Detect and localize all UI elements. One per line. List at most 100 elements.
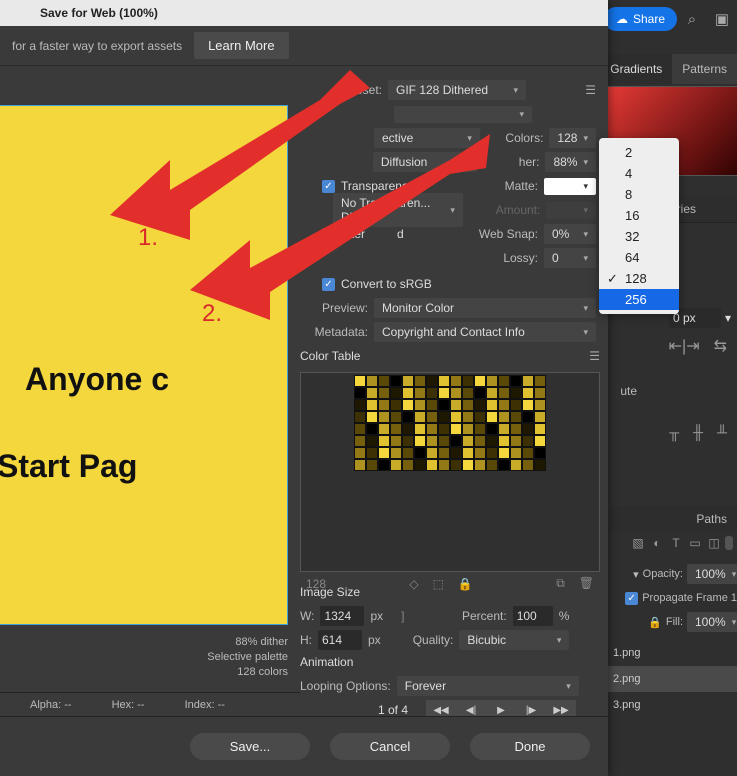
ct-trash-icon[interactable]: 🗑 <box>579 576 594 591</box>
search-icon[interactable]: ⌕ <box>677 4 707 34</box>
layer-item[interactable]: 1.png <box>607 640 737 666</box>
loop-select[interactable]: Forever▾ <box>397 676 579 696</box>
save-button[interactable]: Save... <box>190 733 310 760</box>
preview-meta: 88% dither Selective palette 128 colors <box>207 635 288 680</box>
flip-icon[interactable]: ⇆ <box>714 336 727 356</box>
status-bar: Alpha: -- Hex: -- Index: -- <box>0 692 300 716</box>
fill-label: Fill: <box>666 616 683 628</box>
filter-shape-icon[interactable]: ▭ <box>687 536 703 550</box>
top-right-toolbar: ☁︎ Share ⌕ ▣ <box>604 0 737 38</box>
frame-indicator: 1 of 4 <box>378 703 408 717</box>
align-h-icon[interactable]: ⇤|⇥ <box>669 336 700 356</box>
lossy-select[interactable]: 0▾ <box>544 248 596 268</box>
dialog-title: Save for Web (100%) <box>40 6 158 20</box>
distribute-row: ╥ ╫ ╨ <box>669 424 727 440</box>
metadata-label: Metadata: <box>312 325 368 339</box>
distribute-label: ute <box>620 384 637 398</box>
quality-select[interactable]: Bicubic▾ <box>459 630 569 650</box>
percent-input[interactable] <box>513 606 553 626</box>
matte-select[interactable]: ▾ <box>544 178 596 195</box>
height-label: H: <box>300 633 312 647</box>
colors-option-selected[interactable]: 128 <box>599 268 679 289</box>
lock-icon[interactable]: 🔒 <box>648 616 662 629</box>
colors-dropdown-popup: 2 4 8 16 32 64 128 256 <box>599 138 679 314</box>
chevron-down-icon[interactable]: ▾ <box>633 568 639 581</box>
cloud-icon: ☁︎ <box>616 12 628 26</box>
filter-image-icon[interactable]: ▧ <box>630 536 646 550</box>
preset-menu-icon[interactable]: ☰ <box>585 83 596 97</box>
propagate-label: Propagate Frame 1 <box>642 592 737 604</box>
distrib-top-icon[interactable]: ╥ <box>669 424 679 440</box>
tab-patterns[interactable]: Patterns <box>672 54 737 84</box>
colors-option[interactable]: 2 <box>599 142 679 163</box>
right-panel-tabs: Gradients Patterns <box>600 54 737 84</box>
status-index: Index: -- <box>185 699 225 711</box>
chevron-down-icon[interactable]: ▾ <box>725 311 731 325</box>
image-size-panel: Image Size W: px ] Percent: % H: px Qual… <box>300 580 569 652</box>
preset-select[interactable]: GIF 128 Dithered▾ <box>388 80 526 100</box>
tab-paths[interactable]: Paths <box>609 506 737 532</box>
status-alpha: Alpha: -- <box>30 699 72 711</box>
fill-select[interactable]: 100%▾ <box>687 612 737 632</box>
colors-option[interactable]: 4 <box>599 163 679 184</box>
animation-panel: Animation Looping Options: Forever▾ 1 of… <box>300 650 579 722</box>
distrib-mid-icon[interactable]: ╫ <box>693 424 703 440</box>
layer-item[interactable]: 3.png <box>607 692 737 718</box>
animation-label: Animation <box>300 655 353 669</box>
loop-label: Looping Options: <box>300 679 391 693</box>
done-button[interactable]: Done <box>470 733 590 760</box>
opacity-label: Opacity: <box>643 568 683 580</box>
height-input[interactable] <box>318 630 362 650</box>
percent-label: Percent: <box>462 609 507 623</box>
propagate-checkbox[interactable]: ✓ <box>625 592 638 605</box>
align-row: ⇤|⇥ ⇆ <box>669 336 727 356</box>
tip-text: for a faster way to export assets <box>12 39 182 53</box>
colors-option[interactable]: 32 <box>599 226 679 247</box>
share-button[interactable]: ☁︎ Share <box>604 7 677 31</box>
layer-item[interactable]: 2.png <box>607 666 737 692</box>
share-label: Share <box>633 12 665 26</box>
metadata-select[interactable]: Copyright and Contact Info▾ <box>374 322 596 342</box>
colors-option-highlight[interactable]: 256 <box>599 289 679 310</box>
workspace-icon[interactable]: ▣ <box>707 4 737 34</box>
canvas-text-2: ith Start Pag <box>0 448 137 485</box>
dialog-subbar: for a faster way to export assets Learn … <box>0 26 608 66</box>
layer-list: 1.png 2.png 3.png <box>607 640 737 718</box>
dialog-titlebar: Save for Web (100%) <box>0 0 608 26</box>
opacity-select[interactable]: 100%▾ <box>687 564 737 584</box>
dither-label: her: <box>489 155 540 169</box>
filter-type-icon[interactable]: T <box>668 536 684 550</box>
status-hex: Hex: -- <box>112 699 145 711</box>
learn-more-button[interactable]: Learn More <box>194 32 288 59</box>
filter-adjust-icon[interactable]: ◐ <box>649 536 665 550</box>
pct-sign: % <box>559 609 570 623</box>
cancel-button[interactable]: Cancel <box>330 733 450 760</box>
colors-option[interactable]: 8 <box>599 184 679 205</box>
layer-filter-row: ▧ ◐ T ▭ ◫ <box>630 536 733 550</box>
color-table-menu-icon[interactable]: ☰ <box>589 349 600 363</box>
px-label-2: px <box>368 633 381 647</box>
colors-select[interactable]: 128▾ <box>549 128 596 148</box>
canvas-text-1: Anyone c <box>25 361 169 398</box>
annotation-label-1: 1. <box>138 224 158 252</box>
color-table-grid[interactable] <box>300 372 600 572</box>
websnap-select[interactable]: 0%▾ <box>544 224 596 244</box>
annotation-label-2: 2. <box>202 300 222 328</box>
annotation-arrow-2 <box>190 120 490 320</box>
colors-option[interactable]: 16 <box>599 205 679 226</box>
quality-label: Quality: <box>413 633 454 647</box>
dither-pct-select[interactable]: 88%▾ <box>545 152 596 172</box>
colors-option[interactable]: 64 <box>599 247 679 268</box>
width-input[interactable] <box>320 606 364 626</box>
amount-select: ▾ <box>546 202 596 219</box>
colors-label: Colors: <box>492 131 544 145</box>
color-table-label: Color Table <box>300 349 360 363</box>
link-icon[interactable]: ] <box>401 609 404 623</box>
filter-smart-icon[interactable]: ◫ <box>706 536 722 550</box>
filter-toggle[interactable] <box>725 536 733 550</box>
tab-gradients[interactable]: Gradients <box>600 54 672 84</box>
px-label: px <box>370 609 383 623</box>
image-size-label: Image Size <box>300 585 360 599</box>
dialog-footer: Save... Cancel Done <box>0 716 608 776</box>
distrib-bot-icon[interactable]: ╨ <box>717 424 727 440</box>
